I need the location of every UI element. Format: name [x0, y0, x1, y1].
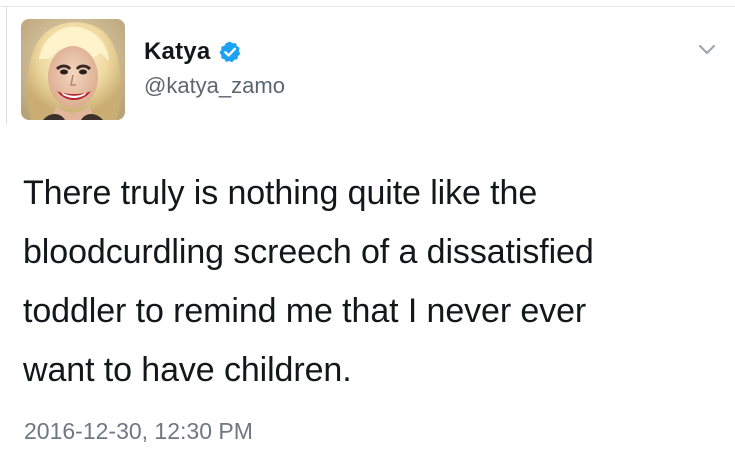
- chevron-down-icon[interactable]: [694, 36, 720, 62]
- top-divider: [0, 6, 735, 7]
- tweet-timestamp[interactable]: 2016-12-30, 12:30 PM: [24, 418, 253, 445]
- author-name-row[interactable]: Katya: [144, 37, 242, 67]
- avatar[interactable]: [21, 19, 125, 120]
- verified-badge-icon: [219, 41, 241, 63]
- display-name[interactable]: Katya: [144, 38, 210, 66]
- left-border: [6, 6, 7, 124]
- tweet-text-line: There truly is nothing quite like the: [23, 174, 538, 212]
- author-handle[interactable]: @katya_zamo: [144, 73, 285, 99]
- tweet-text-line: want to have children.: [23, 351, 352, 389]
- avatar-photo: [21, 19, 125, 120]
- tweet-text-line: bloodcurdling screech of a dissatisfied: [23, 233, 594, 271]
- tweet-card: Katya @katya_zamo There truly is nothing…: [0, 0, 735, 463]
- tweet-text-line: toddler to remind me that I never ever: [23, 292, 587, 330]
- tweet-text: There truly is nothing quite like the bl…: [23, 164, 723, 400]
